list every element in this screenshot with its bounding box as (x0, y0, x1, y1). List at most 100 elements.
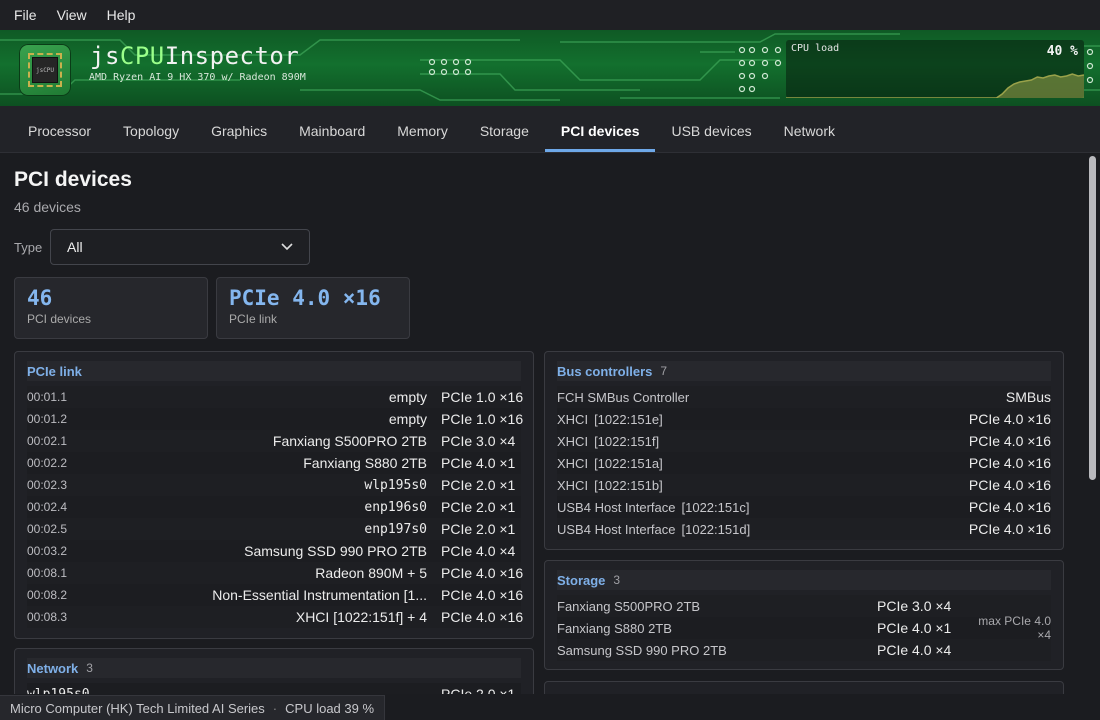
pci-address: 00:02.3 (27, 478, 68, 492)
panel-title: Network (27, 660, 79, 676)
vertical-scrollbar[interactable] (1089, 156, 1096, 480)
panel-header: Bus controllers 7 (557, 361, 1051, 381)
pci-id: [1022:151a] (594, 455, 663, 471)
table-row: 00:02.4 enp196s0 PCIe 2.0 ×1 (27, 496, 521, 518)
device-count: 46 devices (14, 199, 81, 215)
storage-panel: Storage 3 Fanxiang S500PRO 2TB PCIe 3.0 ×4… (544, 560, 1064, 670)
pci-id: [1022:151e] (594, 411, 663, 427)
table-row: 00:08.2 Non-Essential Instrumentation [1.… (27, 584, 523, 606)
table-row: 00:08.1 Radeon 890M + 5 PCIe 4.0 ×16 (27, 562, 524, 584)
stat-pci-devices: 46 PCI devices (14, 277, 208, 339)
controller-name: XHCI [1022:151f] (557, 433, 660, 449)
panel-header: Network 3 (27, 658, 521, 678)
stat-pcie-link: PCIe 4.0 ×16 PCIe link (216, 277, 410, 339)
table-row: USB4 Host Interface [1022:151c] PCIe 4.0 ×… (557, 496, 1051, 518)
tab-mainboard[interactable]: Mainboard (283, 106, 381, 152)
tab-memory[interactable]: Memory (381, 106, 464, 152)
panel-header: Storage 3 (557, 570, 1051, 590)
table-row: XHCI [1022:151f] PCIe 4.0 ×16 (557, 430, 1051, 452)
tab-processor[interactable]: Processor (12, 106, 107, 152)
pci-address: 00:08.1 (27, 566, 68, 580)
pci-address: 00:08.2 (27, 588, 68, 602)
stat-caption: PCIe link (229, 312, 278, 326)
panel-title: Storage (557, 572, 606, 588)
chevron-down-icon (281, 243, 293, 251)
tab-network[interactable]: Network (768, 106, 851, 152)
table-row: wlp195s0 PCIe 2.0 ×1 (27, 683, 521, 694)
table-row: 00:08.3 XHCI [1022:151f] + 4 PCIe 4.0 ×16 (27, 606, 524, 628)
controller-value: PCIe 4.0 ×16 (968, 521, 1051, 537)
table-row: Fanxiang S880 2TB PCIe 4.0 ×1 max PCIe 4.0… (557, 614, 1051, 642)
pci-id: [1022:151f] (594, 433, 660, 449)
pci-address: 00:02.5 (27, 522, 68, 536)
max-link-value: max PCIe 4.0 ×4 (978, 614, 1051, 642)
pci-address: 00:02.1 (27, 434, 68, 448)
device-name: Non-Essential Instrumentation [1... (212, 587, 427, 603)
table-row: 00:03.2 Samsung SSD 990 PRO 2TB PCIe 4.0 ×… (27, 540, 521, 562)
table-row: 00:02.1 Fanxiang S500PRO 2TB PCIe 3.0 ×4 (27, 430, 521, 452)
bus-controllers-panel: Bus controllers 7 FCH SMBus Controller SMB… (544, 351, 1064, 550)
pcie-link-value: PCIe 4.0 ×16 (441, 609, 524, 625)
pci-devices-page: PCI devices 46 devices Type All 46 PCI d… (0, 154, 1086, 694)
network-panel: Network 3 wlp195s0 PCIe 2.0 ×1 (14, 648, 534, 694)
pcie-link-value: PCIe 2.0 ×1 (441, 521, 516, 537)
tab-storage[interactable]: Storage (464, 106, 545, 152)
panel-header: PCIe link (27, 361, 521, 381)
stat-value: PCIe 4.0 ×16 (229, 286, 381, 310)
pcie-link-value: PCIe 2.0 ×1 (441, 686, 516, 694)
table-row: 00:02.3 wlp195s0 PCIe 2.0 ×1 (27, 474, 521, 496)
panel-count: 7 (660, 364, 668, 378)
status-vendor: Micro Computer (HK) Tech Limited AI Seri… (10, 700, 265, 716)
stat-value: 46 (27, 286, 53, 310)
pcie-link-value: PCIe 3.0 ×4 (441, 433, 516, 449)
type-filter-select[interactable]: All (50, 229, 310, 265)
panel-count: 3 (86, 661, 93, 675)
tab-pci-devices[interactable]: PCI devices (544, 106, 656, 152)
pcie-link-value: PCIe 4.0 ×1 (877, 620, 952, 636)
panel-title: Bus controllers (557, 363, 653, 379)
pci-address: 00:08.3 (27, 610, 68, 624)
table-row: 00:01.2 empty PCIe 1.0 ×16 (27, 408, 523, 430)
pci-id: [1022:151b] (594, 477, 663, 493)
pci-id: [1022:151d] (681, 521, 751, 537)
controller-value: PCIe 4.0 ×16 (968, 411, 1051, 427)
device-name: enp196s0 (364, 499, 427, 515)
table-row: Samsung SSD 990 PRO 2TB PCIe 4.0 ×4 (557, 639, 1051, 661)
pcie-link-value: PCIe 2.0 ×1 (441, 477, 516, 493)
table-row: FCH SMBus Controller SMBus (557, 386, 1051, 408)
pcie-link-value: PCIe 2.0 ×1 (441, 499, 516, 515)
pci-id: [1022:151c] (681, 499, 750, 515)
cpu-load-graph (786, 73, 1084, 98)
controller-name: XHCI [1022:151a] (557, 455, 663, 471)
status-cpu-load: CPU load 39 % (285, 700, 375, 716)
panel-count: 3 (613, 573, 621, 587)
menu-help[interactable]: Help (97, 7, 146, 23)
storage-name: Samsung SSD 990 PRO 2TB (557, 642, 727, 658)
table-row: XHCI [1022:151b] PCIe 4.0 ×16 (557, 474, 1051, 496)
menu-view[interactable]: View (47, 7, 97, 23)
controller-name: USB4 Host Interface [1022:151d] (557, 521, 751, 537)
stat-caption: PCI devices (27, 312, 92, 326)
menu-file[interactable]: File (4, 7, 47, 23)
pcie-link-value: PCIe 4.0 ×16 (441, 565, 524, 581)
page-title: PCI devices (14, 168, 132, 191)
controller-value: PCIe 4.0 ×16 (968, 499, 1051, 515)
pci-address: 00:02.4 (27, 500, 68, 514)
main-tabs: Processor Topology Graphics Mainboard Memory… (0, 106, 1100, 153)
controller-name: XHCI [1022:151e] (557, 411, 663, 427)
tab-graphics[interactable]: Graphics (195, 106, 283, 152)
table-row: 00:02.5 enp197s0 PCIe 2.0 ×1 (27, 518, 521, 540)
pci-address: 00:01.2 (27, 412, 68, 426)
table-row: XHCI [1022:151e] PCIe 4.0 ×16 (557, 408, 1051, 430)
controller-name: FCH SMBus Controller (557, 389, 690, 405)
device-name: Fanxiang S500PRO 2TB (272, 433, 427, 449)
pci-address: 00:02.2 (27, 456, 68, 470)
device-name: enp197s0 (364, 521, 427, 537)
device-name: Samsung SSD 990 PRO 2TB (244, 543, 427, 559)
pcie-link-value: PCIe 4.0 ×1 (441, 455, 516, 471)
storage-name: Fanxiang S500PRO 2TB (557, 598, 701, 614)
tab-topology[interactable]: Topology (107, 106, 195, 152)
tab-usb-devices[interactable]: USB devices (655, 106, 767, 152)
controller-value: PCIe 4.0 ×16 (968, 433, 1051, 449)
pci-address: 00:01.1 (27, 390, 68, 404)
